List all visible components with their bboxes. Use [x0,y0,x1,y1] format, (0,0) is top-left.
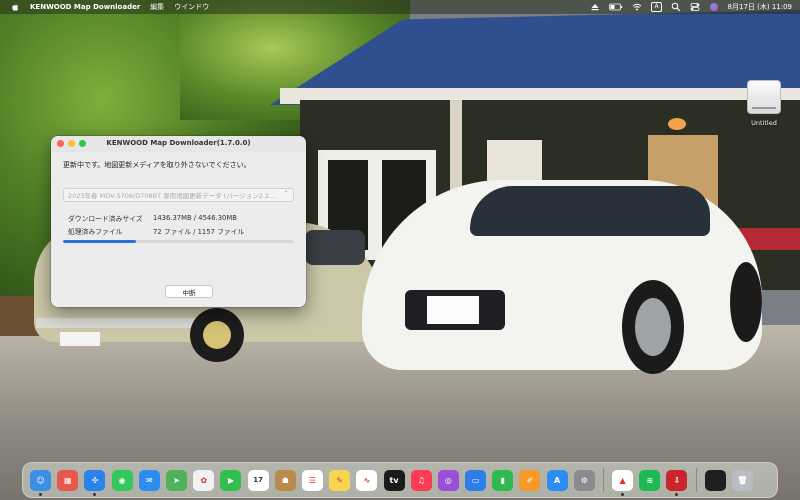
preview-icon: ▲ [619,475,626,485]
dock: ☺ ▦ ✣ ◉ ✉ ➤ ✿ ▶ 17 ☗ ☰ ✎ ∿ tv ♫ ◎ ▭ ▮ ✐ A ⚙ ▲ ≋ ⇩ 🗑 [22,462,778,498]
launchpad-icon: ▦ [64,475,72,485]
desktop-item-label: Untitled [751,119,777,127]
facetime-icon: ▶ [227,475,234,485]
processed-files-value: 72 ファイル / 1157 ファイル [153,227,245,236]
progress-bar-fill [63,240,136,243]
messages-icon: ◉ [118,475,126,485]
processed-files-label: 処理済みファイル [68,227,123,236]
dock-app-keynote[interactable]: ▭ [465,469,487,491]
dock-app-finder[interactable]: ☺ [30,469,52,496]
downloaded-size-row: ダウンロード済みサイズ 1436.37MB / 4546.30MB [63,211,294,224]
dock-app-launchpad[interactable]: ▦ [57,469,79,491]
processed-files-row: 処理済みファイル 72 ファイル / 1157 ファイル [63,224,294,237]
battery-icon[interactable] [609,2,623,12]
menu-bar: KENWOOD Map Downloader 編集 ウインドウ A 8月17日 … [0,0,800,14]
running-indicator [39,492,43,496]
trash-icon: 🗑 [737,475,748,485]
control-center-icon[interactable] [690,2,700,12]
dock-app-preview[interactable]: ▲ [612,469,634,496]
dock-app-numbers[interactable]: ▮ [492,469,514,491]
menu-edit[interactable]: 編集 [150,2,164,12]
calendar-icon: 17 [253,476,263,484]
mail-icon: ✉ [145,475,153,485]
safari-icon: ✣ [91,475,99,485]
dock-app-maps[interactable]: ➤ [166,469,188,491]
search-icon[interactable] [671,2,681,12]
spotify-icon: ≋ [646,475,654,485]
dock-app-app-store[interactable]: A [546,469,568,491]
dock-app-screen[interactable] [704,469,726,491]
dock-app-facetime[interactable]: ▶ [220,469,242,491]
dock-app-trash[interactable]: 🗑 [731,469,753,491]
dock-app-freeform[interactable]: ∿ [356,469,378,491]
cancel-button[interactable]: 中断 [165,285,213,298]
dock-app-reminders[interactable]: ☰ [301,469,323,491]
dock-app-kenwood-map-downloader[interactable]: ⇩ [666,469,688,496]
dock-app-notes[interactable]: ✎ [329,469,351,491]
menu-clock[interactable]: 8月17日 (木) 11:09 [728,2,792,12]
window-titlebar[interactable]: KENWOOD Map Downloader(1.7.0.0) [51,136,306,152]
input-source-indicator[interactable]: A [651,2,662,12]
apple-menu-icon[interactable] [10,2,20,12]
maps-icon: ➤ [173,475,180,485]
freeform-icon: ∿ [363,475,371,485]
external-drive-icon [747,80,781,114]
eject-icon[interactable] [590,2,600,12]
siri-icon[interactable] [709,2,719,12]
status-message: 更新中です。地図更新メディアを取り外さないでください。 [63,161,251,169]
podcasts-icon: ◎ [444,475,452,485]
system-settings-icon: ⚙ [580,475,588,485]
dock-separator [695,468,697,492]
dock-app-safari[interactable]: ✣ [84,469,106,496]
running-indicator [621,492,625,496]
downloaded-size-label: ダウンロード済みサイズ [68,214,143,223]
app-menu-name[interactable]: KENWOOD Map Downloader [30,3,140,11]
reminders-icon: ☰ [308,475,317,485]
keynote-icon: ▭ [471,475,480,485]
chevron-updown-icon: ⌃ [283,190,289,197]
dock-app-mail[interactable]: ✉ [138,469,160,491]
running-indicator [675,492,679,496]
music-icon: ♫ [417,475,425,485]
running-indicator [93,492,97,496]
dock-app-apple-tv[interactable]: tv [383,469,405,491]
kenwood-downloader-window: KENWOOD Map Downloader(1.7.0.0) 更新中です。地図… [51,136,306,307]
notes-icon: ✎ [336,475,343,485]
dock-app-photos[interactable]: ✿ [193,469,215,491]
numbers-icon: ▮ [500,475,505,485]
map-data-select-value: 2023年春 MDV-S708/D708BT 専用地図更新データ (バージョン2… [68,192,278,200]
dock-app-podcasts[interactable]: ◎ [437,469,459,491]
kenwood-map-downloader-icon: ⇩ [673,475,681,485]
downloaded-size-value: 1436.37MB / 4546.30MB [153,213,237,222]
desktop-item-untitled[interactable]: Untitled [744,80,784,127]
map-data-select: 2023年春 MDV-S708/D708BT 専用地図更新データ (バージョン2… [63,188,294,202]
dock-app-contacts[interactable]: ☗ [274,469,296,491]
dock-app-calendar[interactable]: 17 [247,469,269,491]
photos-icon: ✿ [200,475,208,485]
wifi-icon[interactable] [632,2,642,12]
dock-app-messages[interactable]: ◉ [111,469,133,491]
dock-app-music[interactable]: ♫ [410,469,432,491]
window-title: KENWOOD Map Downloader(1.7.0.0) [106,139,251,147]
finder-icon: ☺ [36,475,45,485]
apple-tv-icon: tv [389,475,399,485]
dock-app-pages[interactable]: ✐ [519,469,541,491]
progress-bar [63,240,294,243]
pages-icon: ✐ [526,475,534,485]
app-store-icon: A [554,475,561,485]
dock-app-system-settings[interactable]: ⚙ [573,469,595,491]
contacts-icon: ☗ [281,475,289,485]
dock-separator [602,468,604,492]
dock-app-spotify[interactable]: ≋ [639,469,661,491]
menu-window[interactable]: ウインドウ [174,2,209,12]
